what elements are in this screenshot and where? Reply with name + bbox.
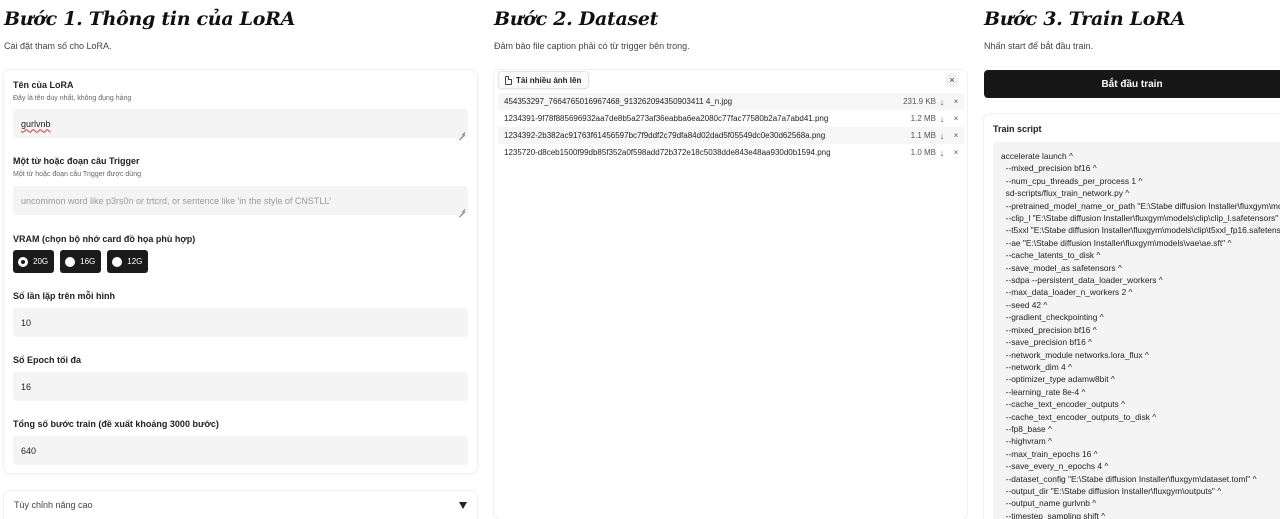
step3-column: Bước 3. Train LoRA Nhấn start để bắt đầu… xyxy=(980,0,1280,519)
download-icon[interactable]: ↓ xyxy=(936,131,948,141)
repeats-input[interactable]: 10 xyxy=(13,308,468,337)
vram-radio-group: 20G 16G 12G xyxy=(13,250,149,273)
lora-name-label: Tên của LoRA xyxy=(13,80,74,90)
lora-name-sublabel: Đây là tên duy nhất, không đụng hàng xyxy=(13,95,132,102)
repeats-value: 10 xyxy=(21,317,32,328)
triangle-down-icon xyxy=(459,501,467,509)
upload-images-label: Tải nhiều ảnh lên xyxy=(516,75,582,85)
radio-unselected-icon xyxy=(112,256,123,267)
step3-title: Bước 3. Train LoRA xyxy=(984,8,1186,30)
file-size: 1.2 MB xyxy=(910,114,936,123)
radio-selected-icon xyxy=(18,256,28,267)
dataset-upload-area[interactable]: Tải nhiều ảnh lên × 454353297_7664765016… xyxy=(494,70,967,519)
file-name: 1234392-2b382ac91763f61456597bc7f9ddf2c7… xyxy=(504,131,826,140)
steps-input[interactable]: 640 xyxy=(13,436,468,465)
download-icon[interactable]: ↓ xyxy=(936,114,948,124)
file-icon xyxy=(505,75,512,85)
step2-column: Bước 2. Dataset Đảm bảo file caption phả… xyxy=(490,0,976,519)
repeats-label: Số lần lặp trên mỗi hình xyxy=(13,291,116,301)
lora-name-input[interactable]: gurlvnb xyxy=(13,109,468,138)
step3-description: Nhấn start để bắt đầu train. xyxy=(984,41,1094,51)
vram-option-12g[interactable]: 12G xyxy=(107,250,149,273)
clear-all-close-icon[interactable]: × xyxy=(945,73,959,87)
remove-file-icon[interactable]: × xyxy=(948,97,964,106)
file-row: 454353297_7664765016967468_9132620943509… xyxy=(498,93,964,110)
file-name: 1235720-d8ceb1500f99db85f352a0f598add72b… xyxy=(504,148,831,157)
file-name: 454353297_7664765016967468_9132620943509… xyxy=(504,97,733,106)
vram-option-label: 20G xyxy=(33,257,49,266)
advanced-settings-accordion[interactable]: Tùy chỉnh nâng cao xyxy=(4,491,477,519)
steps-value: 640 xyxy=(21,445,37,456)
resize-grip-icon[interactable] xyxy=(459,206,465,212)
vram-label: VRAM (chọn bộ nhớ card đồ họa phù hợp) xyxy=(13,234,196,244)
lora-info-card: Tên của LoRA Đây là tên duy nhất, không … xyxy=(4,70,477,473)
vram-option-label: 16G xyxy=(80,257,96,266)
vram-option-20g[interactable]: 20G xyxy=(13,250,55,273)
epochs-label: Số Epoch tối đa xyxy=(13,355,82,365)
file-name: 1234391-9f78f885696932aa7de8b5a273af36ea… xyxy=(504,114,829,123)
lora-name-value: gurlvnb xyxy=(21,118,51,129)
train-script-content: accelerate launch ^ --mixed_precision bf… xyxy=(1001,151,1280,519)
file-row: 1235720-d8ceb1500f99db85f352a0f598add72b… xyxy=(498,144,964,161)
upload-images-button[interactable]: Tải nhiều ảnh lên xyxy=(498,71,590,89)
step1-description: Cài đặt tham số cho LoRA. xyxy=(4,41,112,51)
resize-grip-icon[interactable] xyxy=(459,129,465,135)
remove-file-icon[interactable]: × xyxy=(948,114,964,123)
train-script-textarea[interactable]: accelerate launch ^ --mixed_precision bf… xyxy=(993,142,1280,519)
advanced-settings-label: Tùy chỉnh nâng cao xyxy=(14,500,93,510)
start-training-button[interactable]: Bắt đầu train xyxy=(984,70,1280,98)
radio-unselected-icon xyxy=(65,256,76,267)
remove-file-icon[interactable]: × xyxy=(948,148,964,157)
trigger-input[interactable]: uncommon word like p3rs0n or trtcrd, or … xyxy=(13,186,468,215)
trigger-label: Một từ hoặc đoạn câu Trigger xyxy=(13,156,140,166)
step1-title: Bước 1. Thông tin của LoRA xyxy=(4,8,296,30)
step2-description: Đảm bảo file caption phải có từ trigger … xyxy=(494,41,690,51)
vram-option-16g[interactable]: 16G xyxy=(60,250,102,273)
trigger-sublabel: Một từ hoặc đoạn câu Trigger được dùng xyxy=(13,171,141,178)
file-list: 454353297_7664765016967468_9132620943509… xyxy=(498,93,964,161)
vram-option-label: 12G xyxy=(127,257,143,266)
trigger-placeholder: uncommon word like p3rs0n or trtcrd, or … xyxy=(21,195,332,206)
file-size: 231.9 KB xyxy=(903,97,936,106)
epochs-input[interactable]: 16 xyxy=(13,372,468,401)
remove-file-icon[interactable]: × xyxy=(948,131,964,140)
epochs-value: 16 xyxy=(21,381,32,392)
train-script-label: Train script xyxy=(993,124,1042,134)
file-size: 1.1 MB xyxy=(910,131,936,140)
step2-title: Bước 2. Dataset xyxy=(494,8,659,30)
download-icon[interactable]: ↓ xyxy=(936,148,948,158)
file-row: 1234392-2b382ac91763f61456597bc7f9ddf2c7… xyxy=(498,127,964,144)
train-script-panel: Train script accelerate launch ^ --mixed… xyxy=(984,114,1280,519)
steps-label: Tổng số bước train (đề xuất khoảng 3000 … xyxy=(13,419,219,429)
download-icon[interactable]: ↓ xyxy=(936,97,948,107)
step1-column: Bước 1. Thông tin của LoRA Cài đặt tham … xyxy=(0,0,486,519)
file-size: 1.0 MB xyxy=(910,148,936,157)
file-row: 1234391-9f78f885696932aa7de8b5a273af36ea… xyxy=(498,110,964,127)
